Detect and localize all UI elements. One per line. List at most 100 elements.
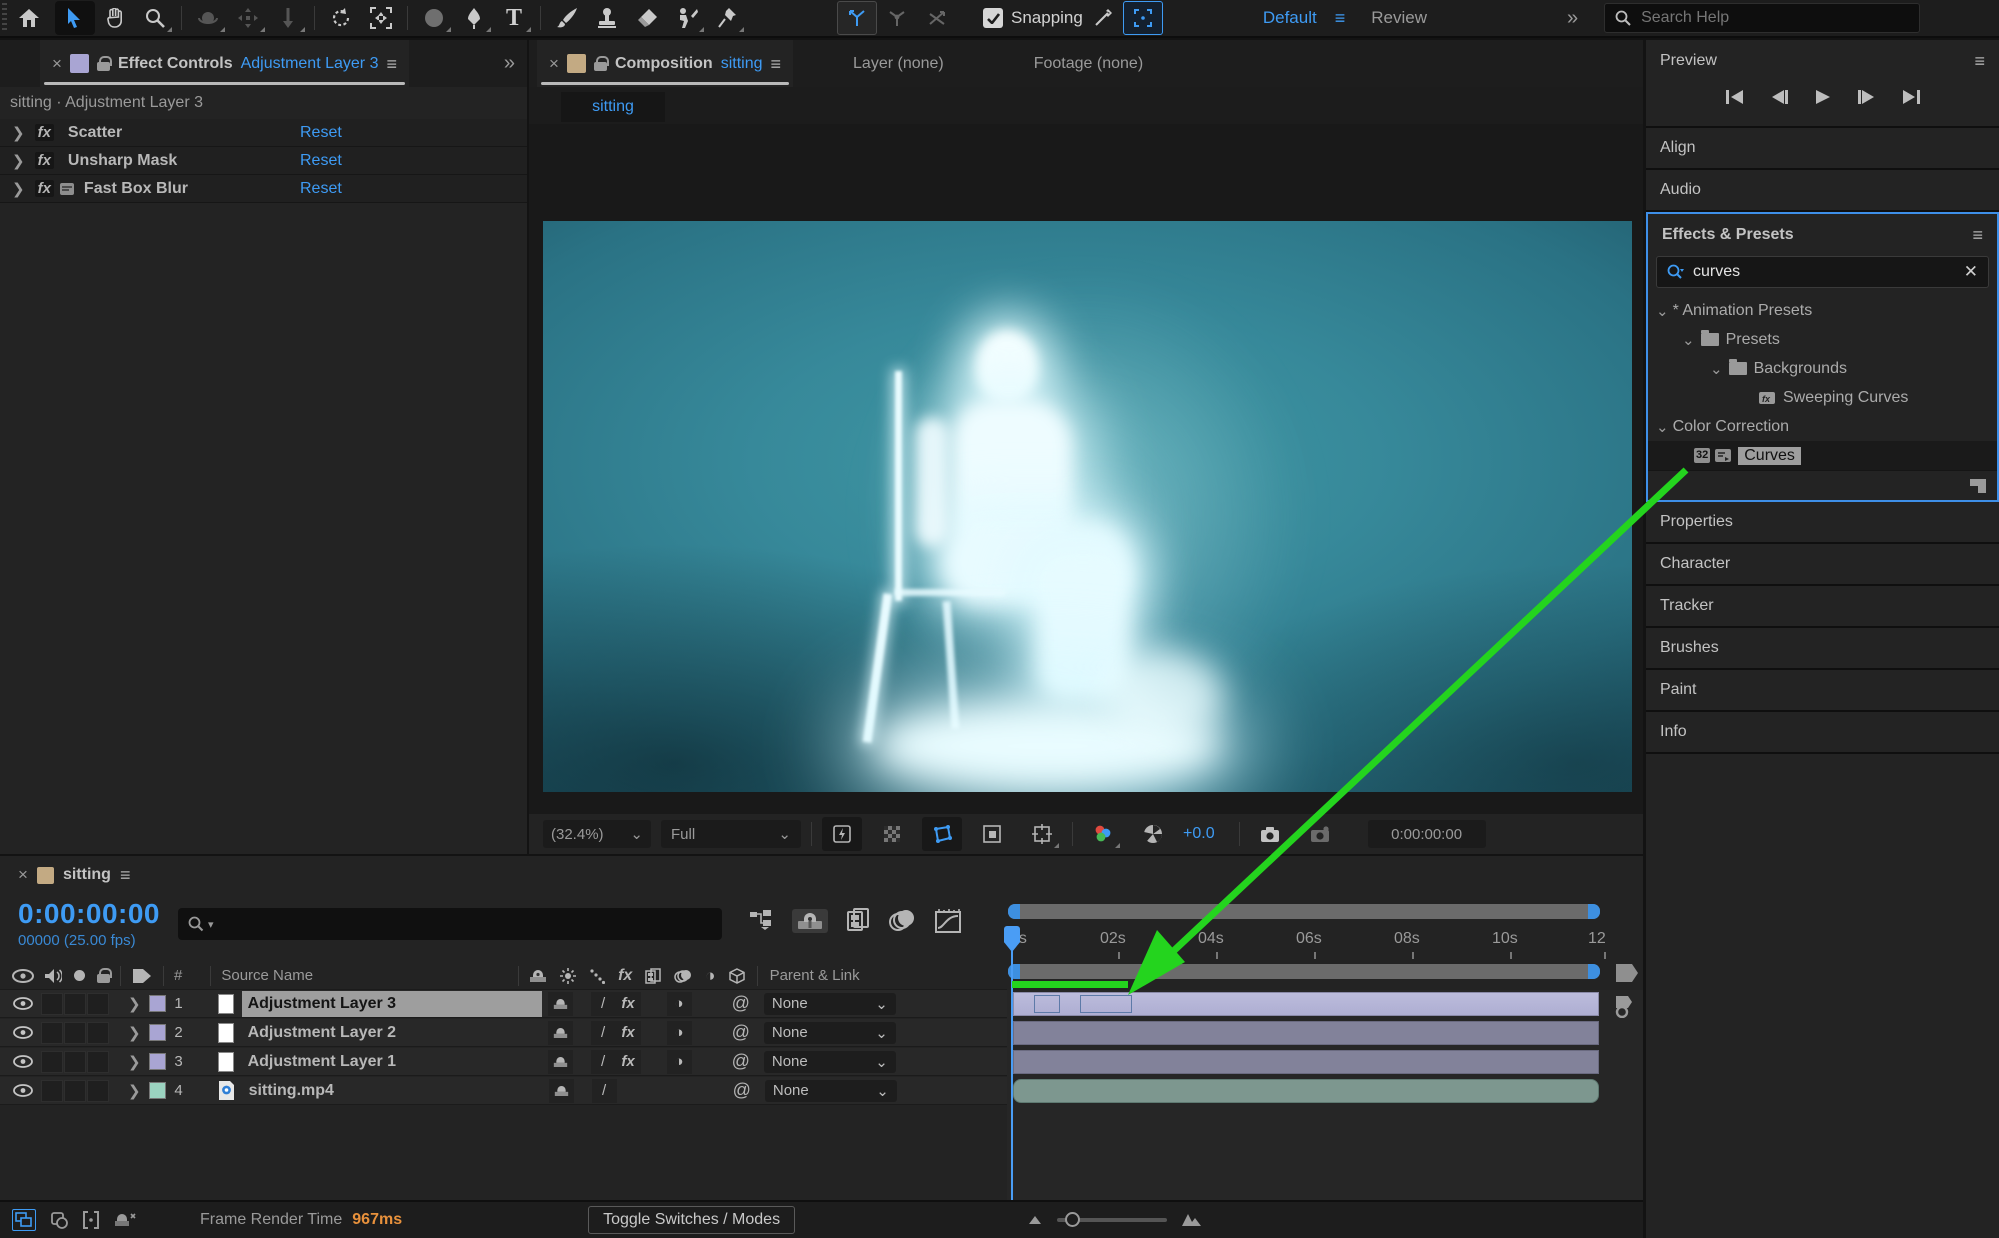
panel-menu-icon[interactable]: ≡ (1974, 52, 1985, 70)
snapshot-camera-icon[interactable] (1250, 817, 1290, 851)
adjustment-layer-switch[interactable]: ◑ (667, 1050, 692, 1074)
exposure-icon[interactable] (1133, 817, 1173, 851)
footage-viewer-tab[interactable]: Footage (none) (1004, 40, 1173, 87)
graph-editor-icon[interactable] (934, 908, 962, 934)
character-panel-header[interactable]: Character (1646, 544, 1999, 586)
audio-panel-header[interactable]: Audio (1646, 170, 1999, 212)
tree-backgrounds-folder[interactable]: ⌄ Backgrounds (1648, 354, 1997, 383)
composition-tab[interactable]: × Composition sitting ≡ (537, 40, 793, 87)
solo-cell[interactable] (64, 1051, 86, 1073)
zoom-out-frames-icon[interactable] (1027, 1214, 1043, 1226)
audio-cell[interactable] (41, 1080, 63, 1102)
parent-pickwhip-icon[interactable]: @ (733, 1080, 751, 1101)
shy-switch[interactable] (549, 1079, 574, 1103)
effect-row-unsharp-mask[interactable]: ❯ fx Unsharp Mask Reset (0, 147, 527, 175)
effects-search-box[interactable]: ✕ (1656, 256, 1989, 288)
panel-menu-icon[interactable]: ≡ (120, 866, 131, 884)
shy-toggle-icon[interactable] (114, 1211, 136, 1229)
timeline-search-box[interactable]: ▾ (178, 908, 722, 940)
exposure-value[interactable]: +0.0 (1183, 825, 1215, 843)
effect-reset-link[interactable]: Reset (300, 124, 342, 142)
frame-blending-icon[interactable] (846, 908, 870, 934)
lock-cell[interactable] (87, 1022, 109, 1044)
effect-controls-tab[interactable]: × Effect Controls Adjustment Layer 3 ≡ (40, 40, 409, 87)
resolution-dropdown[interactable]: Full ⌄ (661, 820, 801, 848)
render-draft-icon[interactable] (50, 1211, 68, 1229)
orbit-camera-tool[interactable] (188, 1, 228, 35)
timeline-search-input[interactable] (218, 916, 712, 933)
fx-switch[interactable]: fx (616, 992, 641, 1016)
tree-curves-effect[interactable]: 32 Curves (1648, 441, 1997, 470)
lock-cell[interactable] (87, 993, 109, 1015)
brush-tool[interactable] (547, 1, 587, 35)
fx-switch[interactable]: fx (616, 1021, 641, 1045)
zoom-in-frames-icon[interactable] (1181, 1213, 1203, 1227)
dolly-camera-tool[interactable] (268, 1, 308, 35)
zoom-tool[interactable] (135, 1, 175, 35)
snapping-checkbox[interactable] (983, 8, 1003, 28)
comp-timecode-box[interactable]: 0:00:00:00 (1368, 820, 1486, 848)
search-help-input[interactable] (1641, 9, 1871, 27)
transparency-grid-icon[interactable] (872, 817, 912, 851)
workspace-menu-icon[interactable]: ≡ (1335, 9, 1346, 27)
clone-stamp-tool[interactable] (587, 1, 627, 35)
audio-cell[interactable] (41, 1051, 63, 1073)
parent-link-column-header[interactable]: Parent & Link (770, 967, 860, 984)
camera-roi-tool[interactable] (361, 1, 401, 35)
time-ruler[interactable]: 0s 02s 04s 06s 08s 10s 12 (1008, 924, 1643, 960)
lock-cell[interactable] (87, 1080, 109, 1102)
layer-bar-4[interactable] (1013, 1079, 1599, 1103)
paint-panel-header[interactable]: Paint (1646, 670, 1999, 712)
info-panel-header[interactable]: Info (1646, 712, 1999, 754)
snapping-control[interactable]: Snapping (983, 8, 1083, 28)
shy-switch[interactable] (548, 1021, 573, 1045)
pan-camera-tool[interactable] (228, 1, 268, 35)
expand-chevron-icon[interactable]: ❯ (128, 1082, 141, 1100)
close-icon[interactable]: × (52, 54, 62, 74)
toolbar-overflow-chevrons[interactable]: » (1567, 7, 1576, 30)
layer-row-3[interactable]: ❯ 3 Adjustment Layer 1 / fx ◑ @ None⌄ (0, 1048, 1007, 1076)
selection-tool[interactable] (55, 1, 95, 35)
playhead-line[interactable] (1011, 926, 1013, 1204)
chevron-down-icon[interactable]: ⌄ (1656, 302, 1669, 320)
in-out-brackets-icon[interactable] (82, 1211, 100, 1229)
local-axis-mode-icon[interactable] (837, 1, 877, 35)
eye-icon[interactable] (13, 1055, 33, 1068)
chevron-down-icon[interactable]: ⌄ (1710, 360, 1723, 378)
shy-switch[interactable] (548, 1050, 573, 1074)
search-help-box[interactable] (1604, 3, 1920, 33)
mini-flowchart-button[interactable] (12, 1209, 36, 1231)
parent-dropdown[interactable]: None⌄ (764, 1051, 896, 1073)
pickwhip-target-icon[interactable] (1612, 994, 1634, 1018)
workspace-review[interactable]: Review (1371, 8, 1427, 28)
layer-bar-2[interactable] (1013, 1021, 1599, 1045)
layer-row-2[interactable]: ❯ 2 Adjustment Layer 2 / fx ◑ @ None⌄ (0, 1019, 1007, 1047)
hand-tool[interactable] (95, 1, 135, 35)
next-frame-button[interactable] (1852, 84, 1882, 110)
panel-menu-icon[interactable]: ≡ (386, 55, 397, 73)
effect-reset-link[interactable]: Reset (300, 152, 342, 170)
zoom-level-dropdown[interactable]: (32.4%) ⌄ (543, 820, 651, 848)
timeline-tab[interactable]: × sitting ≡ (0, 856, 1643, 894)
fast-previews-icon[interactable] (822, 817, 862, 851)
lock-icon[interactable] (594, 56, 607, 71)
layer-name-selected[interactable]: Adjustment Layer 3 (242, 991, 542, 1017)
home-icon[interactable] (9, 1, 49, 35)
eye-icon[interactable] (13, 997, 33, 1010)
zoom-slider-knob[interactable] (1065, 1212, 1080, 1227)
video-frame[interactable] (543, 221, 1632, 792)
play-button[interactable] (1808, 84, 1838, 110)
view-axis-mode-icon[interactable] (917, 1, 957, 35)
eye-icon[interactable] (13, 1026, 33, 1039)
panel-menu-icon[interactable]: ≡ (771, 55, 782, 73)
expand-chevron-icon[interactable]: ❯ (128, 1053, 141, 1071)
snap-to-features-icon[interactable] (1123, 1, 1163, 35)
guides-grid-icon[interactable] (1022, 817, 1062, 851)
layer-bar-1[interactable] (1013, 992, 1599, 1016)
panel-menu-icon[interactable]: ≡ (1972, 226, 1983, 244)
workspace-default[interactable]: Default (1263, 8, 1317, 28)
chevron-down-icon[interactable]: ⌄ (1682, 331, 1695, 349)
adjustment-layer-switch[interactable]: ◑ (667, 1021, 692, 1045)
parent-pickwhip-icon[interactable]: @ (732, 1022, 750, 1043)
shy-switch[interactable] (548, 992, 573, 1016)
